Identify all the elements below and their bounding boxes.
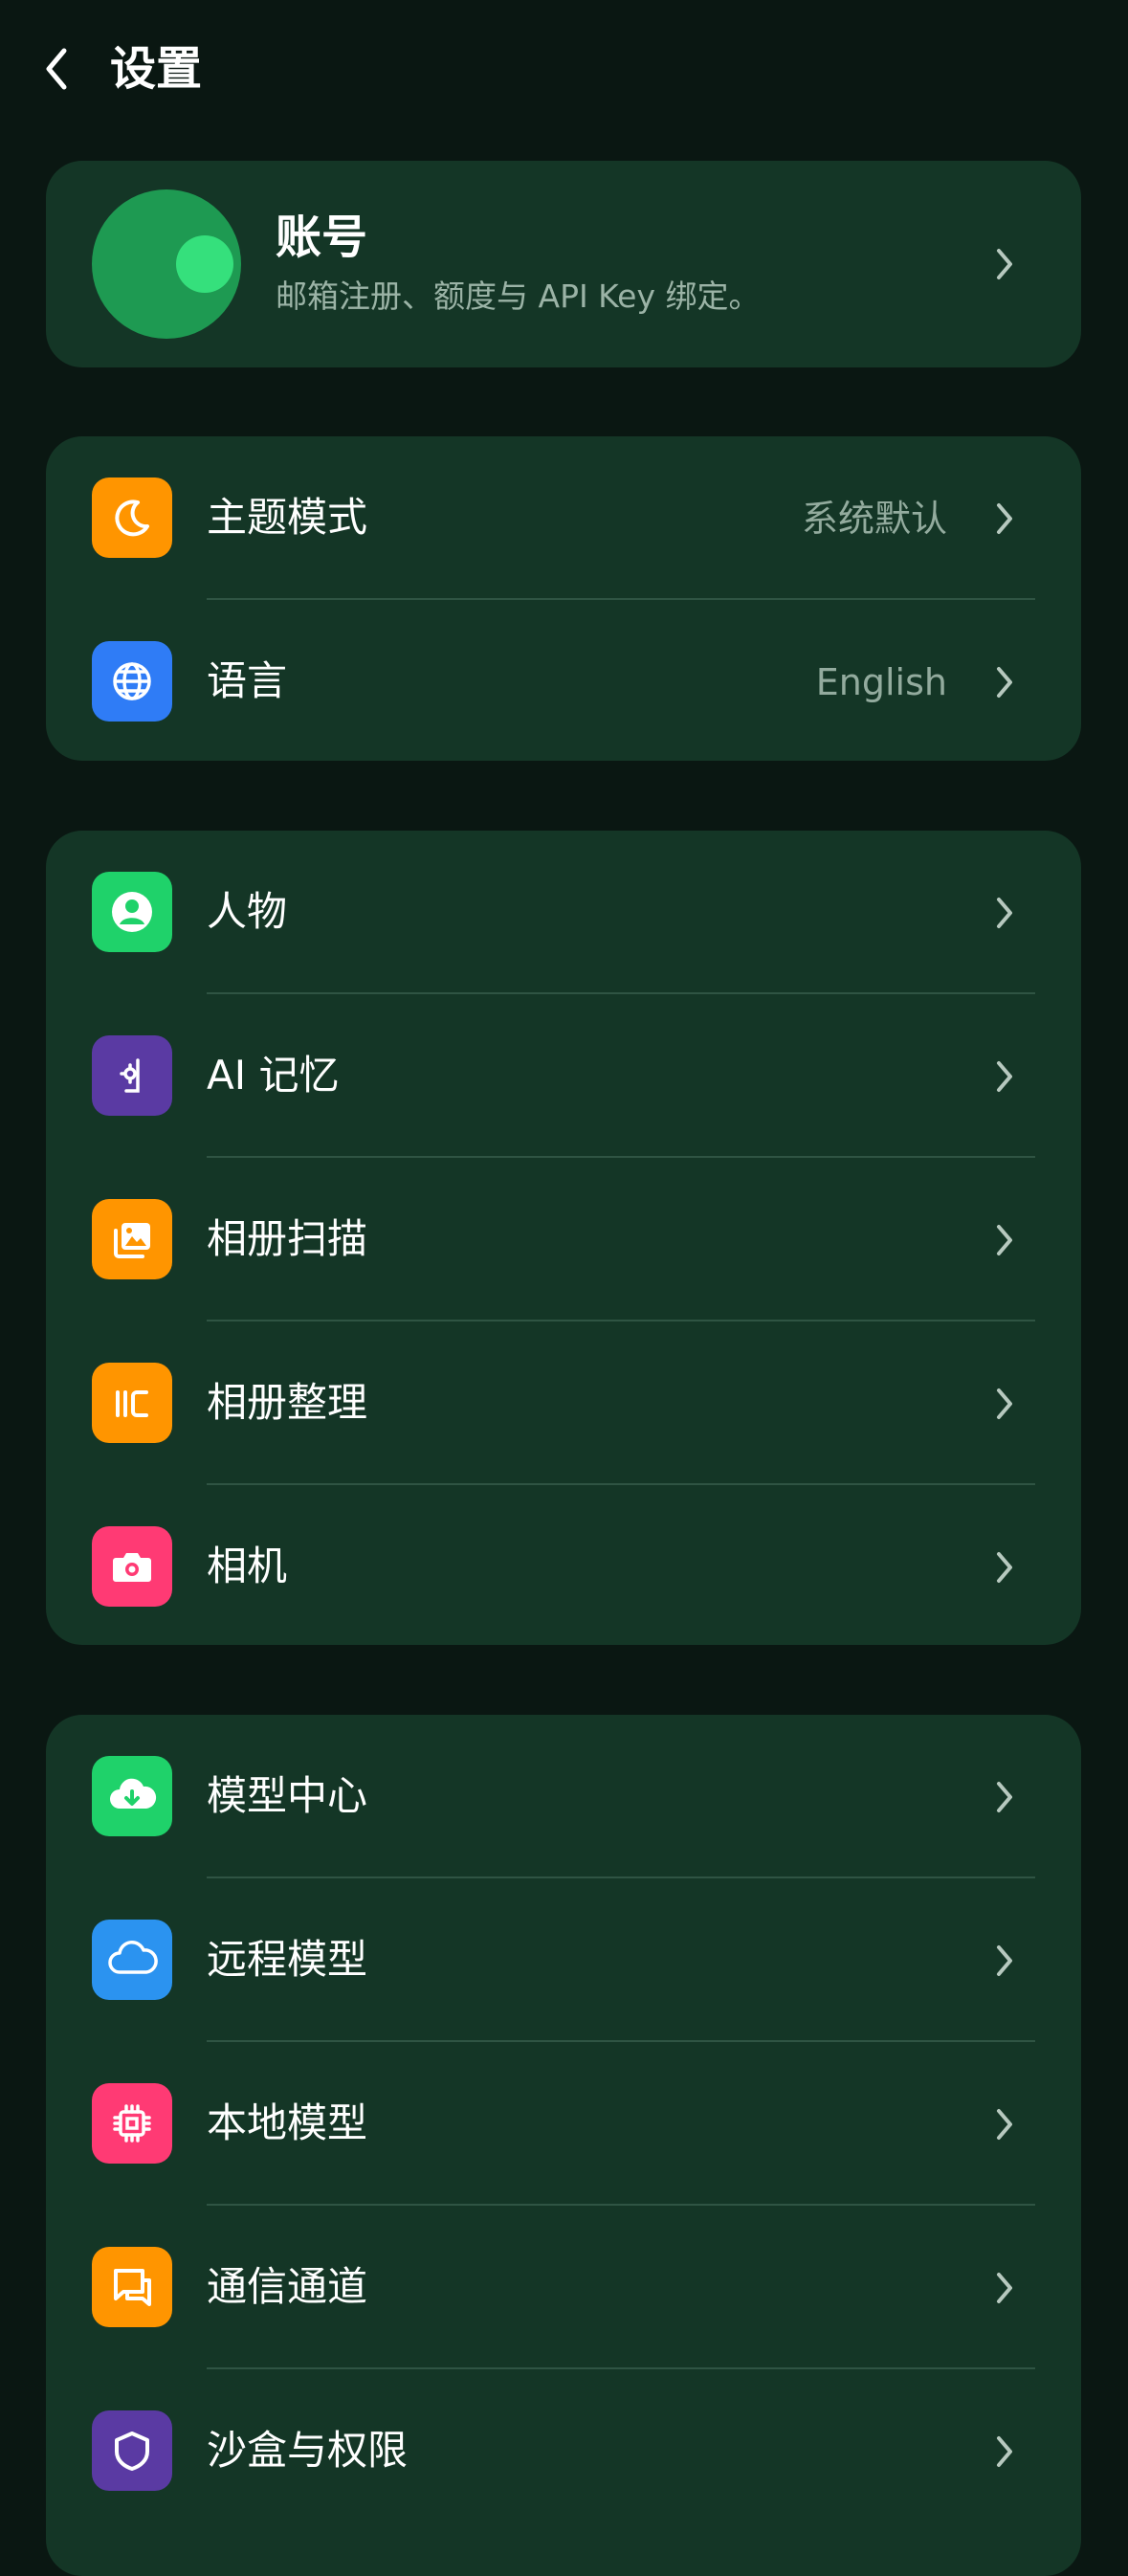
chevron-right-icon [985, 1548, 1024, 1587]
row-sandbox-permissions[interactable]: 沙盒与权限 [46, 2369, 1081, 2533]
row-remote-model[interactable]: 远程模型 [46, 1878, 1081, 2042]
organize-icon [92, 1363, 172, 1443]
display-settings-group: 主题模式 系统默认 语言 English [46, 436, 1081, 761]
cloud-icon [92, 1920, 172, 2000]
chevron-right-icon [985, 1057, 1024, 1096]
chevron-right-icon [985, 1778, 1024, 1816]
row-people[interactable]: 人物 [46, 831, 1081, 994]
shield-icon [92, 2410, 172, 2491]
chevron-right-icon [985, 1385, 1024, 1423]
chevron-right-icon [985, 2432, 1024, 2471]
chevron-right-icon [985, 2105, 1024, 2143]
row-label: 相册扫描 [207, 1215, 368, 1262]
row-album-organize[interactable]: 相册整理 [46, 1321, 1081, 1485]
chip-icon [92, 2083, 172, 2164]
globe-icon [92, 641, 172, 722]
row-label: 模型中心 [207, 1772, 368, 1819]
features-settings-group: 人物 AI 记忆 相册扫描 相册整理 相机 [46, 831, 1081, 1645]
row-album-scan[interactable]: 相册扫描 [46, 1158, 1081, 1321]
row-label: 远程模型 [207, 1936, 368, 1983]
chevron-right-icon [985, 663, 1024, 701]
person-icon [92, 872, 172, 952]
chevron-right-icon [985, 2269, 1024, 2307]
row-label: 通信通道 [207, 2263, 368, 2310]
row-label: 本地模型 [207, 2099, 368, 2146]
avatar-dot [176, 235, 233, 293]
camera-icon [92, 1526, 172, 1607]
chevron-right-icon [985, 1221, 1024, 1259]
account-title: 账号 [276, 211, 368, 264]
cloud-download-icon [92, 1756, 172, 1836]
row-label: AI 记忆 [207, 1052, 340, 1099]
row-label: 相机 [207, 1543, 288, 1589]
row-language[interactable]: 语言 English [46, 600, 1081, 761]
row-ai-memory[interactable]: AI 记忆 [46, 994, 1081, 1158]
chevron-right-icon [985, 894, 1024, 932]
row-label: 相册整理 [207, 1379, 368, 1426]
chevron-right-icon [985, 245, 1024, 283]
row-local-model[interactable]: 本地模型 [46, 2042, 1081, 2206]
row-label: 沙盒与权限 [207, 2427, 409, 2474]
row-label: 人物 [207, 888, 288, 935]
models-settings-group: 模型中心 远程模型 本地模型 通信通道 沙盒与权限 [46, 1715, 1081, 2576]
page-title: 设置 [110, 42, 203, 96]
avatar [92, 189, 241, 339]
row-channels[interactable]: 通信通道 [46, 2206, 1081, 2369]
memory-icon [92, 1035, 172, 1116]
row-label: 主题模式 [207, 494, 368, 541]
row-theme-mode[interactable]: 主题模式 系统默认 [46, 436, 1081, 600]
moon-icon [92, 477, 172, 558]
row-model-center[interactable]: 模型中心 [46, 1715, 1081, 1878]
photo-scan-icon [92, 1199, 172, 1279]
account-card[interactable]: 账号 邮箱注册、额度与 API Key 绑定。 [46, 161, 1081, 367]
header: 设置 [0, 0, 1128, 144]
row-value: 系统默认 [801, 498, 947, 540]
chat-icon [92, 2247, 172, 2327]
chevron-right-icon [985, 500, 1024, 538]
row-label: 语言 [207, 657, 288, 704]
chevron-left-icon [46, 48, 67, 90]
row-camera[interactable]: 相机 [46, 1485, 1081, 1645]
chevron-right-icon [985, 1942, 1024, 1980]
back-button[interactable] [29, 38, 86, 100]
row-value: English [815, 661, 947, 703]
account-subtitle: 邮箱注册、额度与 API Key 绑定。 [276, 278, 761, 315]
